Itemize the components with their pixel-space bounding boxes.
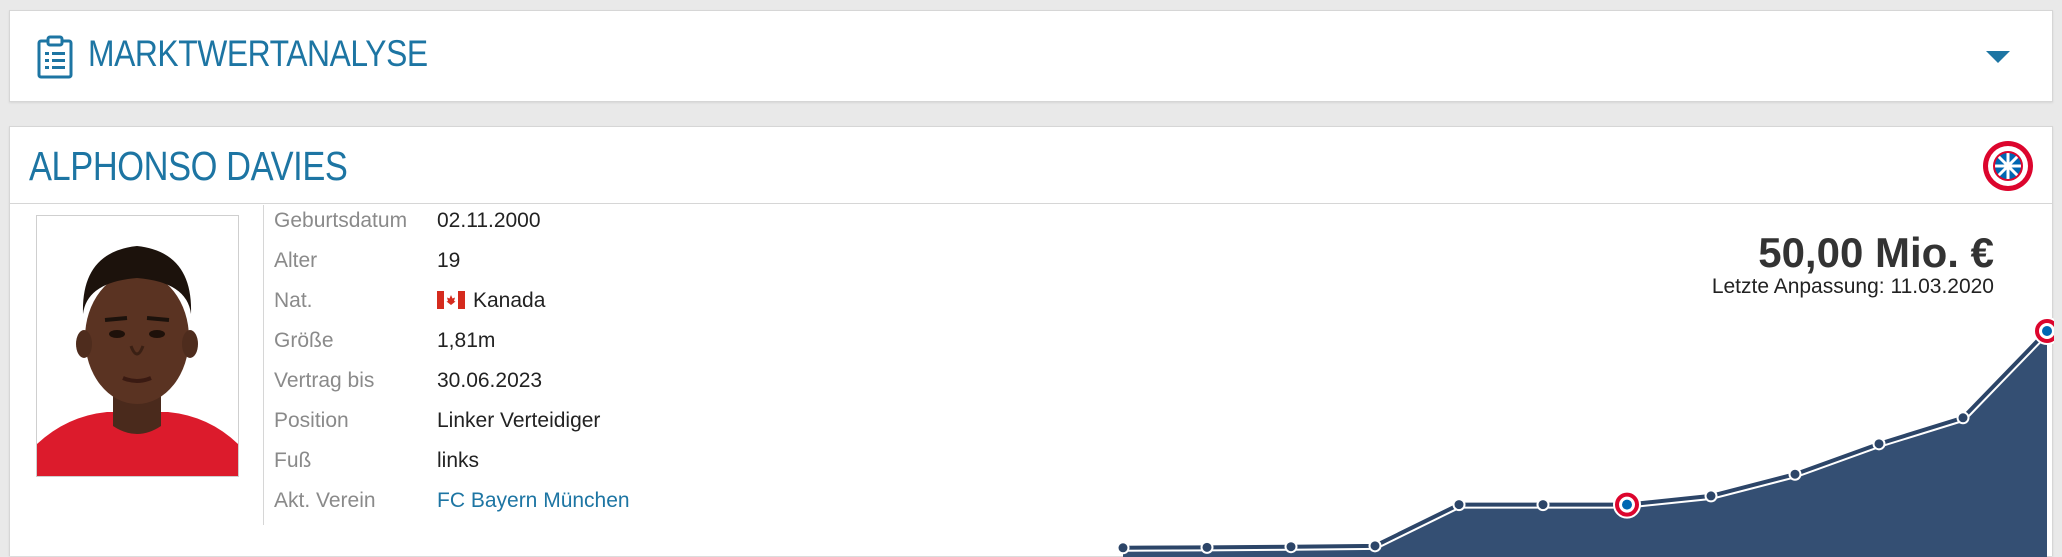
market-value-chart (1116, 317, 2054, 557)
player-profile-card: ALPHONSO DAVIES Geburtsdatum 02.11.2000 … (9, 126, 2054, 557)
chart-point[interactable] (1116, 541, 1130, 555)
chart-point[interactable] (1452, 498, 1466, 512)
chart-point[interactable] (1200, 540, 1214, 554)
chart-point[interactable] (1536, 498, 1550, 512)
market-value: 50,00 Mio. € (1758, 229, 1994, 276)
market-value-analysis-panel: MARKTWERTANALYSE (9, 10, 2053, 102)
chart-point[interactable] (1284, 540, 1298, 554)
caret-down-icon[interactable] (1984, 45, 2012, 67)
clipboard-icon (37, 35, 73, 79)
chart-point-club-badge[interactable] (1613, 490, 1641, 519)
chart-point[interactable] (1704, 489, 1718, 503)
chart-point-club-badge[interactable] (2033, 317, 2054, 345)
chart-point[interactable] (1788, 467, 1802, 481)
chart-point[interactable] (1956, 411, 1970, 425)
chart-area (1123, 331, 2047, 557)
chart-point[interactable] (1872, 437, 1886, 451)
chart-point[interactable] (1368, 539, 1382, 553)
panel-title: MARKTWERTANALYSE (88, 33, 428, 74)
market-value-updated: Letzte Anpassung: 11.03.2020 (1711, 275, 1994, 298)
